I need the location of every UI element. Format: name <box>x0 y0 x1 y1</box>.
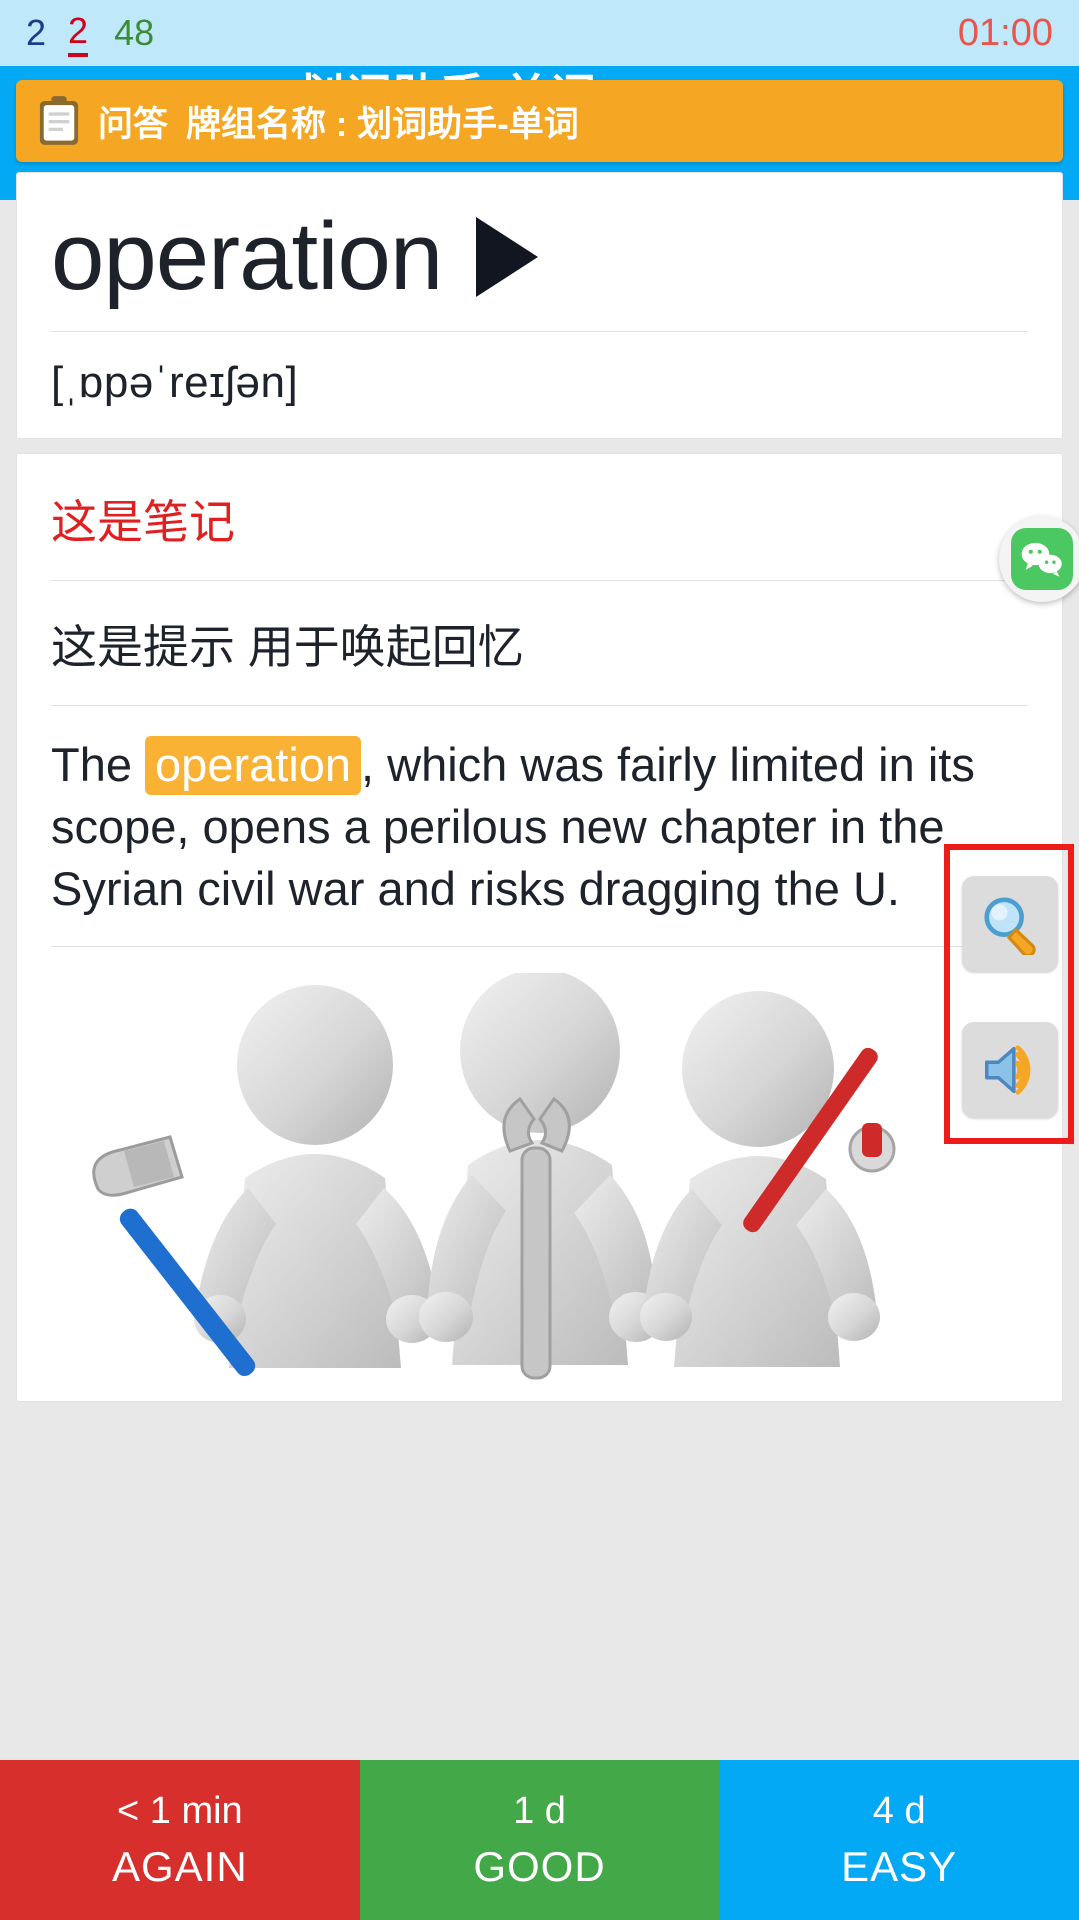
word-row: operation <box>17 173 1062 331</box>
count-learning[interactable]: 2 <box>68 10 89 57</box>
answer-button-good[interactable]: 1 d GOOD <box>359 1760 720 1920</box>
review-content: 2 2 48 01:00 问答 牌组名称 : 划词助手-单词 operation <box>0 0 1079 1760</box>
note-text: 这是笔记 <box>51 496 235 548</box>
hint-text: 这是提示 用于唤起回忆 <box>51 621 524 673</box>
answer-button-easy[interactable]: 4 d EASY <box>719 1760 1079 1920</box>
question-card: operation [ˌɒpəˈreɪʃən] <box>16 172 1063 439</box>
count-new[interactable]: 2 <box>26 12 46 54</box>
example-sentence: The operation, which was fairly limited … <box>17 706 1062 946</box>
answer-interval-good: 1 d <box>513 1789 566 1832</box>
wechat-icon[interactable] <box>999 516 1079 602</box>
deck-name-label: 牌组名称 : 划词助手-单词 <box>186 96 579 147</box>
answer-interval-easy: 4 d <box>872 1789 926 1832</box>
answer-label-again: AGAIN <box>111 1842 248 1890</box>
phonetic-text: [ˌɒpəˈreɪʃən] <box>51 358 299 407</box>
deck-banner: 问答 牌组名称 : 划词助手-单词 <box>16 80 1063 162</box>
deck-name-prefix: 牌组名称 : <box>186 104 348 144</box>
card-counts-bar: 2 2 48 01:00 <box>0 0 1079 66</box>
magnifier-icon[interactable] <box>962 876 1058 972</box>
clipboard-icon <box>38 95 80 147</box>
answer-label-easy: EASY <box>841 1842 958 1890</box>
answer-label-good: GOOD <box>473 1842 606 1890</box>
word-text: operation <box>51 203 443 310</box>
illustration-image <box>17 947 1062 1394</box>
speaker-volume-icon[interactable] <box>962 1022 1058 1118</box>
answer-interval-again: < 1 min <box>117 1789 243 1832</box>
sentence-highlight-word: operation <box>145 736 362 795</box>
card-type-label: 问答 <box>98 104 169 144</box>
count-due[interactable]: 48 <box>114 12 154 54</box>
answer-card: 这是笔记 这是提示 用于唤起回忆 The operation, which wa… <box>16 453 1063 1403</box>
answer-button-again[interactable]: < 1 min AGAIN <box>0 1760 360 1920</box>
review-timer[interactable]: 01:00 <box>958 12 1053 55</box>
play-triangle-icon[interactable] <box>476 217 539 297</box>
sentence-before: The <box>51 738 146 791</box>
deck-name-value: 划词助手-单词 <box>357 104 579 144</box>
answer-buttons-bar: < 1 min AGAIN 1 d GOOD 4 d EASY <box>0 1760 1079 1920</box>
side-tool-buttons <box>962 876 1058 1118</box>
